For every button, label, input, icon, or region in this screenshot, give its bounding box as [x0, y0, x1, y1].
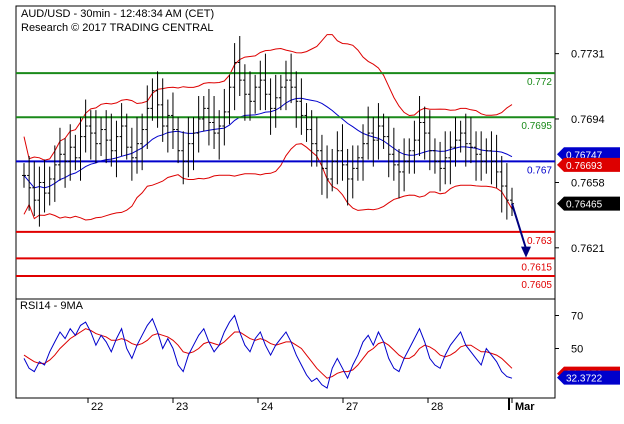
price-tag-label: 0.76693	[566, 161, 603, 172]
price-chart: 0.772 0.7695 0.767 0.763 0.7615 0.7605 0.7731…	[15, 5, 620, 413]
x-tick-label: 28	[431, 401, 443, 413]
level-label: 0.772	[527, 77, 552, 88]
x-axis: 22 23 24 27 28 Mar	[87, 398, 535, 413]
x-tick-label: 22	[91, 401, 103, 413]
chart-title: AUD/USD - 30min - 12:48:34 AM (CET)	[21, 8, 215, 20]
level-label: 0.763	[527, 236, 552, 247]
x-tick-label: 23	[176, 401, 188, 413]
y-tick-label: 0.7731	[571, 49, 605, 61]
y-tick-label: 0.7658	[571, 178, 605, 190]
level-label: 0.7605	[521, 280, 552, 291]
rsi-tick-label: 70	[571, 311, 583, 323]
price-tag-label: 0.76465	[566, 200, 603, 211]
rsi-label: RSI14 - 9MA	[20, 300, 83, 312]
x-tick-label: 24	[261, 401, 273, 413]
rsi-tick-label: 50	[571, 344, 583, 356]
level-label: 0.767	[527, 165, 552, 176]
x-tick-label: Mar	[515, 401, 535, 413]
level-label: 0.7695	[521, 121, 552, 132]
rsi-plot-frame	[15, 298, 556, 399]
price-tag-label: 32.3722	[566, 374, 603, 385]
chart-copyright: Research © 2017 TRADING CENTRAL	[21, 22, 214, 34]
x-tick-label: 27	[346, 401, 358, 413]
level-label: 0.7615	[521, 262, 552, 273]
y-tick-label: 0.7694	[571, 114, 605, 126]
y-tick-label: 0.7621	[571, 243, 605, 255]
